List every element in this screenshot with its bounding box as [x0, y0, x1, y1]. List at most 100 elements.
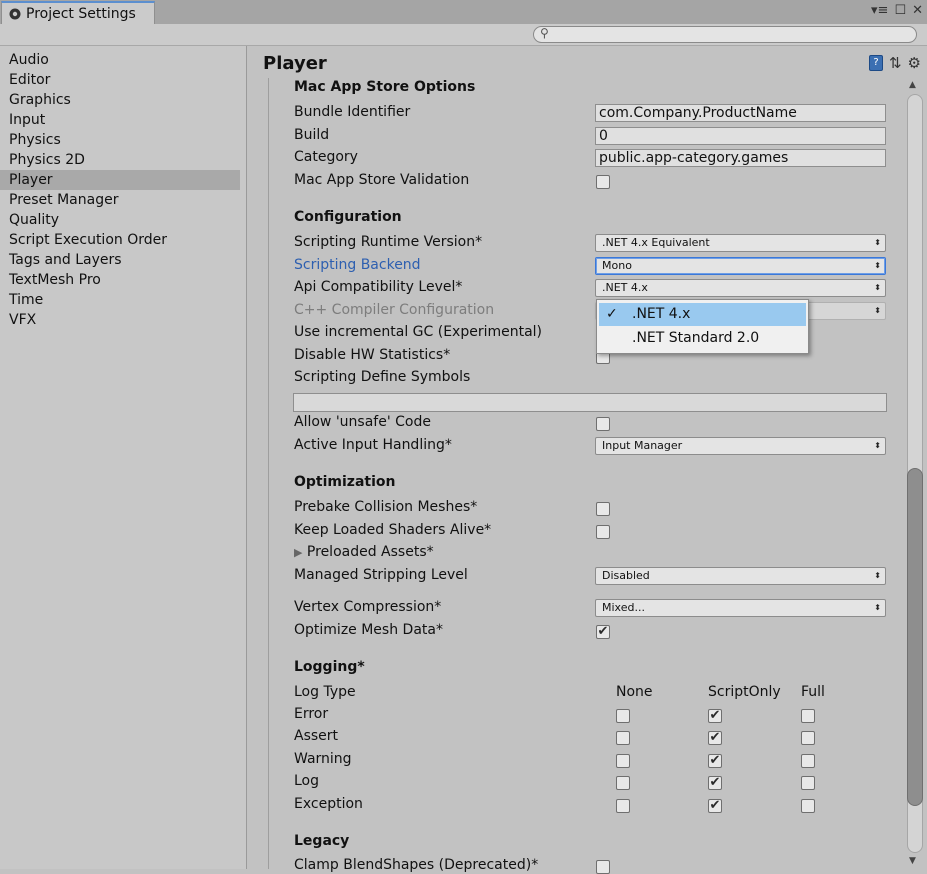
dropdown-arrow-icon: ⬍: [874, 571, 881, 580]
scripting-runtime-value: .NET 4.x Equivalent: [602, 236, 710, 249]
dropdown-arrow-icon: ⬍: [874, 261, 881, 270]
scroll-down-icon[interactable]: ▼: [909, 856, 916, 866]
build-field[interactable]: 0: [595, 127, 886, 145]
prebake-checkbox[interactable]: [596, 502, 610, 516]
log-exception-full-checkbox[interactable]: [801, 799, 815, 813]
sidebar-item-graphics[interactable]: Graphics: [0, 90, 240, 110]
help-book-icon[interactable]: ?: [868, 55, 883, 71]
log-warning-full-checkbox[interactable]: [801, 754, 815, 768]
log-warning-none-checkbox[interactable]: [616, 754, 630, 768]
api-compatibility-popup: ✓ .NET 4.x .NET Standard 2.0: [596, 299, 809, 354]
gear-icon: [9, 8, 21, 19]
dropdown-arrow-icon: ⬍: [874, 306, 881, 315]
sidebar-item-vfx[interactable]: VFX: [0, 310, 240, 330]
close-icon[interactable]: ✕: [912, 3, 923, 19]
vertex-compression-dropdown[interactable]: Mixed... ⬍: [595, 599, 886, 617]
checkmark-icon: ✔: [597, 624, 609, 639]
project-settings-tab[interactable]: Project Settings: [1, 1, 155, 24]
log-row-exception-label: Exception: [294, 796, 363, 812]
scripting-runtime-dropdown[interactable]: .NET 4.x Equivalent ⬍: [595, 234, 886, 252]
toolbar: ⚲: [0, 24, 927, 46]
section-logging: Logging*: [294, 659, 365, 675]
preloaded-assets-foldout[interactable]: ▶ Preloaded Assets*: [294, 544, 434, 560]
mac-store-validation-label: Mac App Store Validation: [294, 172, 470, 188]
active-input-value: Input Manager: [602, 439, 683, 452]
log-assert-none-checkbox[interactable]: [616, 731, 630, 745]
maximize-icon[interactable]: ☐: [894, 3, 906, 19]
sidebar-item-time[interactable]: Time: [0, 290, 240, 310]
section-legacy: Legacy: [294, 833, 350, 849]
dropdown-arrow-icon: ⬍: [874, 238, 881, 247]
settings-gear-icon[interactable]: ⚙: [908, 54, 921, 72]
dropdown-arrow-icon: ⬍: [874, 441, 881, 450]
mac-store-validation-checkbox[interactable]: [596, 175, 610, 189]
sidebar-item-audio[interactable]: Audio: [0, 50, 240, 70]
active-input-dropdown[interactable]: Input Manager ⬍: [595, 437, 886, 455]
sidebar-item-quality[interactable]: Quality: [0, 210, 240, 230]
sidebar-item-physics-2d[interactable]: Physics 2D: [0, 150, 240, 170]
api-compatibility-label: Api Compatibility Level*: [294, 279, 463, 295]
sidebar-item-script-execution-order[interactable]: Script Execution Order: [0, 230, 240, 250]
log-error-scriptonly-checkbox[interactable]: ✔: [708, 709, 722, 723]
category-field[interactable]: public.app-category.games: [595, 149, 886, 167]
col-none-header: None: [616, 684, 653, 700]
sidebar-item-textmesh-pro[interactable]: TextMesh Pro: [0, 270, 240, 290]
sidebar-item-player[interactable]: Player: [0, 170, 240, 190]
optimize-mesh-label: Optimize Mesh Data*: [294, 622, 443, 638]
title-bar: Project Settings ▾≡ ☐ ✕: [0, 0, 927, 24]
clamp-blendshapes-label: Clamp BlendShapes (Deprecated)*: [294, 857, 539, 873]
checkmark-icon: ✔: [709, 775, 721, 790]
define-symbols-field[interactable]: [293, 393, 887, 412]
sidebar-item-preset-manager[interactable]: Preset Manager: [0, 190, 240, 210]
log-assert-full-checkbox[interactable]: [801, 731, 815, 745]
log-error-none-checkbox[interactable]: [616, 709, 630, 723]
log-assert-scriptonly-checkbox[interactable]: ✔: [708, 731, 722, 745]
clamp-blendshapes-checkbox[interactable]: [596, 860, 610, 874]
settings-sidebar: Audio Editor Graphics Input Physics Phys…: [0, 46, 247, 869]
log-log-full-checkbox[interactable]: [801, 776, 815, 790]
log-exception-none-checkbox[interactable]: [616, 799, 630, 813]
stripping-dropdown[interactable]: Disabled ⬍: [595, 567, 886, 585]
content-divider: [268, 78, 269, 869]
scripting-runtime-label: Scripting Runtime Version*: [294, 234, 483, 250]
checkmark-icon: ✔: [709, 753, 721, 768]
optimize-mesh-checkbox[interactable]: ✔: [596, 625, 610, 639]
log-exception-scriptonly-checkbox[interactable]: ✔: [708, 799, 722, 813]
presets-sliders-icon[interactable]: ⇅: [889, 54, 902, 72]
popup-option-net-4x[interactable]: ✓ .NET 4.x: [599, 303, 806, 326]
popup-option-label: .NET Standard 2.0: [632, 330, 760, 346]
scroll-up-icon[interactable]: ▲: [909, 80, 916, 90]
disable-hw-stats-label: Disable HW Statistics*: [294, 347, 451, 363]
col-scriptonly-header: ScriptOnly: [708, 684, 781, 700]
menu-icon[interactable]: ▾≡: [871, 3, 888, 19]
scripting-backend-dropdown[interactable]: Mono ⬍: [595, 257, 886, 275]
vertical-scrollbar[interactable]: ▲ ▼: [904, 78, 925, 869]
log-row-assert-label: Assert: [294, 728, 339, 744]
popup-option-net-standard-2[interactable]: .NET Standard 2.0: [599, 327, 806, 350]
search-input[interactable]: ⚲: [533, 26, 917, 43]
allow-unsafe-checkbox[interactable]: [596, 417, 610, 431]
log-row-warning-label: Warning: [294, 751, 352, 767]
log-warning-scriptonly-checkbox[interactable]: ✔: [708, 754, 722, 768]
sidebar-item-editor[interactable]: Editor: [0, 70, 240, 90]
category-label: Category: [294, 149, 358, 165]
foldout-arrow-icon: ▶: [294, 546, 303, 559]
sidebar-item-physics[interactable]: Physics: [0, 130, 240, 150]
log-log-scriptonly-checkbox[interactable]: ✔: [708, 776, 722, 790]
section-optimization: Optimization: [294, 474, 396, 490]
define-symbols-label: Scripting Define Symbols: [294, 369, 471, 385]
api-compatibility-dropdown[interactable]: .NET 4.x ⬍: [595, 279, 886, 297]
section-configuration: Configuration: [294, 209, 402, 225]
keep-shaders-checkbox[interactable]: [596, 525, 610, 539]
log-error-full-checkbox[interactable]: [801, 709, 815, 723]
sidebar-item-input[interactable]: Input: [0, 110, 240, 130]
scripting-backend-label: Scripting Backend: [294, 257, 421, 273]
bundle-identifier-field[interactable]: com.Company.ProductName: [595, 104, 886, 122]
bundle-identifier-label: Bundle Identifier: [294, 104, 411, 120]
scrollbar-thumb[interactable]: [907, 468, 923, 806]
sidebar-item-tags-and-layers[interactable]: Tags and Layers: [0, 250, 240, 270]
tab-title: Project Settings: [26, 5, 136, 22]
vertex-compression-label: Vertex Compression*: [294, 599, 442, 615]
log-log-none-checkbox[interactable]: [616, 776, 630, 790]
check-icon: ✓: [606, 306, 618, 322]
